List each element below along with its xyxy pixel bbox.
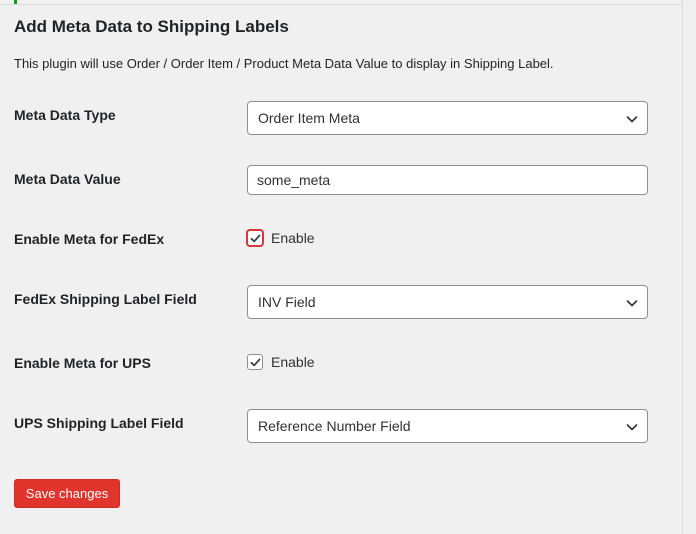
notice-accent-bar xyxy=(14,0,17,4)
fedex-enable-label: Enable Meta for FedEx xyxy=(14,231,165,247)
fedex-field-label: FedEx Shipping Label Field xyxy=(14,291,197,307)
meta-type-label: Meta Data Type xyxy=(14,107,116,123)
right-divider xyxy=(682,0,683,534)
meta-type-value: Order Item Meta xyxy=(258,110,360,126)
page-description: This plugin will use Order / Order Item … xyxy=(14,56,554,71)
meta-value-label: Meta Data Value xyxy=(14,171,121,187)
ups-enable-label: Enable Meta for UPS xyxy=(14,355,151,371)
checkmark-icon xyxy=(250,234,261,243)
fedex-field-select[interactable]: INV Field xyxy=(247,285,648,319)
page-title: Add Meta Data to Shipping Labels xyxy=(14,17,289,36)
save-changes-button[interactable]: Save changes xyxy=(14,479,120,508)
fedex-enable-checkbox-label: Enable xyxy=(271,230,315,246)
fedex-field-value: INV Field xyxy=(258,294,316,310)
ups-enable-option[interactable]: Enable xyxy=(247,354,315,370)
meta-value-input[interactable] xyxy=(247,165,648,195)
checkmark-icon xyxy=(250,358,261,367)
fedex-enable-checkbox[interactable] xyxy=(247,230,263,246)
ups-field-label: UPS Shipping Label Field xyxy=(14,415,184,431)
meta-type-select[interactable]: Order Item Meta xyxy=(247,101,648,135)
ups-enable-checkbox[interactable] xyxy=(247,354,263,370)
chevron-down-icon xyxy=(626,116,638,123)
chevron-down-icon xyxy=(626,300,638,307)
fedex-enable-option[interactable]: Enable xyxy=(247,230,315,246)
ups-field-select[interactable]: Reference Number Field xyxy=(247,409,648,443)
ups-field-value: Reference Number Field xyxy=(258,418,411,434)
chevron-down-icon xyxy=(626,424,638,431)
ups-enable-checkbox-label: Enable xyxy=(271,354,315,370)
top-notice-border xyxy=(0,0,682,5)
